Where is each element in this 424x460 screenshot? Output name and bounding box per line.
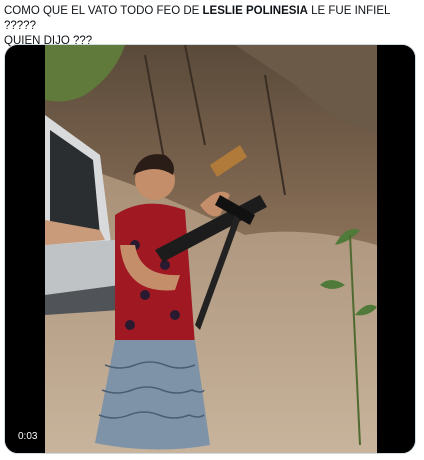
video-timestamp: 0:03 [13, 429, 43, 445]
tweet-text-part: COMO QUE EL VATO TODO FEO DE [4, 5, 203, 17]
tweet-text-bold: LESLIE POLINESIA [202, 5, 308, 17]
video-frame [5, 45, 415, 453]
tweet-text: COMO QUE EL VATO TODO FEO DE LESLIE POLI… [4, 4, 414, 49]
video-player[interactable]: 0:03 [4, 44, 416, 454]
